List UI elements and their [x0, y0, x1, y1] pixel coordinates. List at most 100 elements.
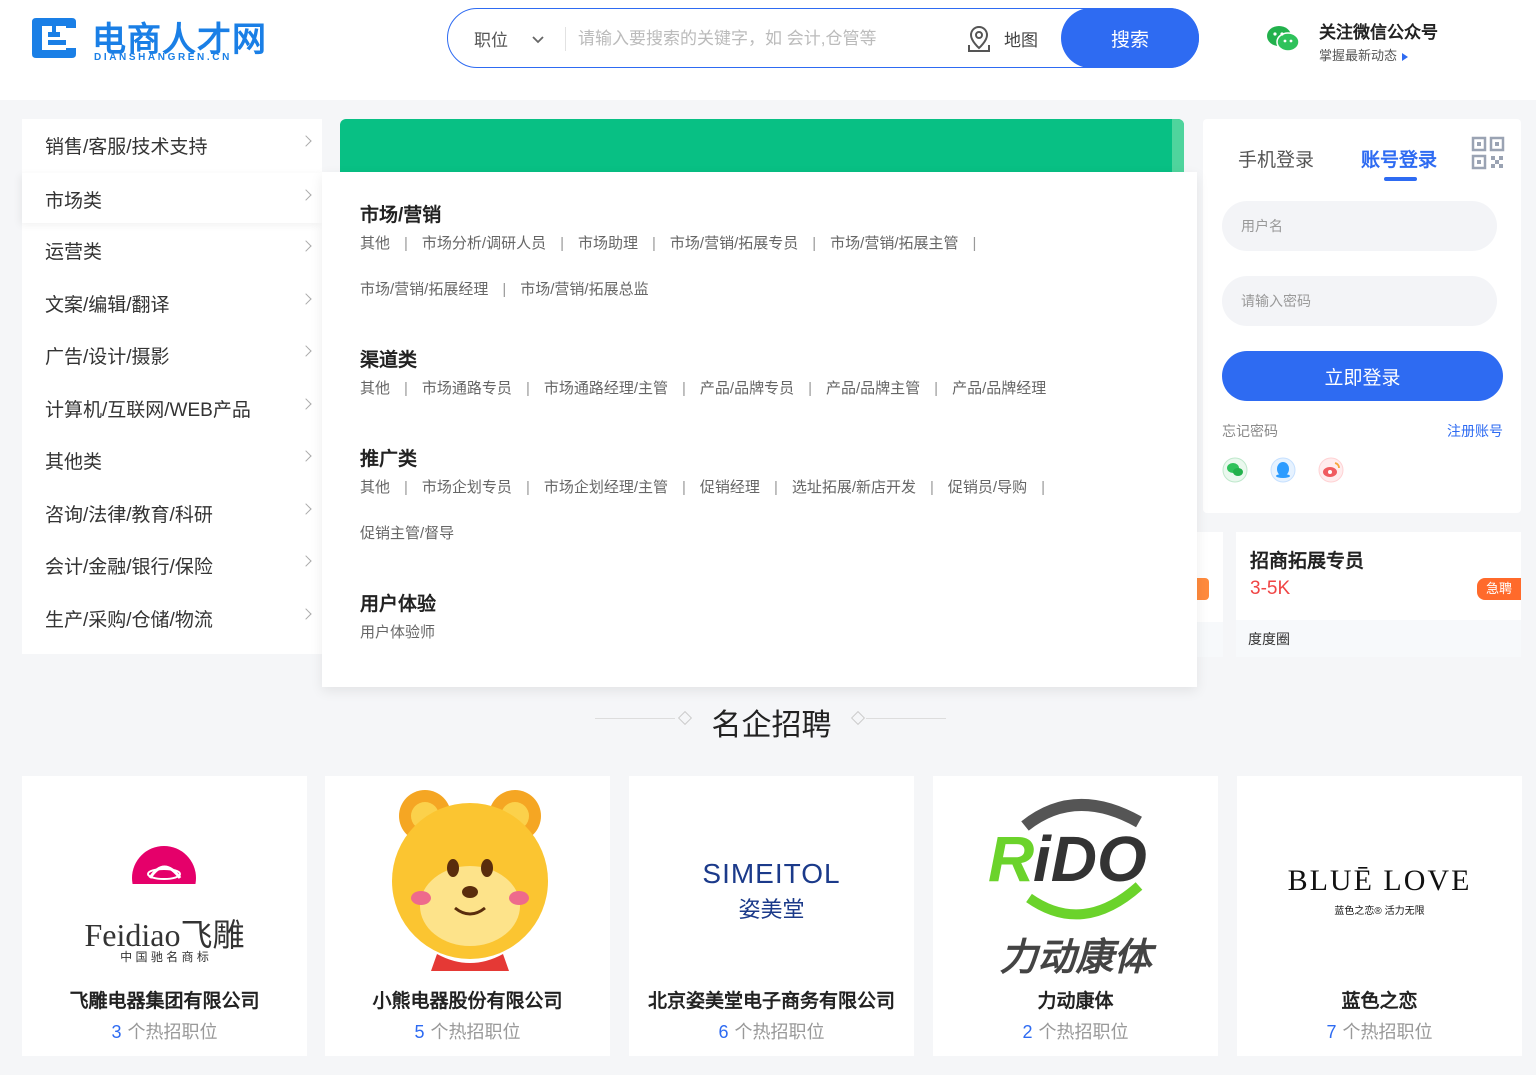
weibo-login-icon[interactable]	[1318, 457, 1344, 483]
job-category-link[interactable]: 其他	[360, 380, 390, 397]
logo-mark-icon	[32, 18, 76, 58]
company-logo: SIMEITOL 姿美堂	[629, 786, 914, 981]
job-category-link[interactable]: 市场企划专员	[422, 479, 512, 496]
banner-edge	[1172, 119, 1184, 179]
job-card[interactable]: 招商拓展专员 3-5K 急聘 度度圈	[1236, 532, 1521, 657]
password-input[interactable]	[1222, 276, 1497, 326]
search-type-select[interactable]: 职位	[474, 26, 508, 51]
company-logo: R iDO 力动康体	[933, 786, 1218, 981]
company-card[interactable]: BLUĒ LOVE 蓝色之恋® 活力无限 蓝色之恋 7 个热招职位	[1237, 776, 1522, 1056]
job-category-link[interactable]: 市场/营销/拓展主管	[830, 235, 958, 252]
category-dropdown-panel: 市场/营销 其他 | 市场分析/调研人员 | 市场助理 | 市场/营销/拓展专员 | 市场/营销/…	[322, 172, 1197, 687]
banner[interactable]	[340, 119, 1184, 179]
login-button[interactable]: 立即登录	[1222, 351, 1503, 401]
qq-login-icon[interactable]	[1270, 457, 1296, 483]
map-link[interactable]: 地图	[1004, 26, 1038, 51]
hot-jobs-count[interactable]: 5 个热招职位	[325, 1018, 610, 1044]
company-name[interactable]: 力动康体	[933, 986, 1218, 1013]
tab-account-login[interactable]: 账号登录	[1361, 145, 1437, 172]
wechat-icon	[1267, 26, 1300, 52]
category-label: 计算机/互联网/WEB产品	[45, 400, 251, 421]
job-company[interactable]: 度度圈	[1248, 629, 1290, 649]
job-category-link[interactable]: 市场/营销/拓展总监	[520, 281, 648, 298]
separator: |	[404, 380, 408, 397]
category-label: 广告/设计/摄影	[45, 347, 170, 368]
job-category-link[interactable]: 市场/营销/拓展经理	[360, 281, 488, 298]
wechat-login-icon[interactable]	[1222, 457, 1248, 483]
category-item[interactable]: 销售/客服/技术支持	[22, 119, 322, 169]
category-label: 市场类	[45, 191, 103, 212]
separator: |	[652, 235, 656, 252]
separator: |	[502, 281, 507, 298]
category-item[interactable]: 咨询/法律/教育/科研	[22, 487, 322, 537]
job-category-link[interactable]: 市场分析/调研人员	[422, 235, 546, 252]
company-name[interactable]: 北京姿美堂电子商务有限公司	[629, 986, 914, 1013]
category-label: 生产/采购/仓储/物流	[45, 610, 213, 631]
map-pin-icon[interactable]	[966, 25, 992, 53]
job-category-link[interactable]: 促销经理	[700, 479, 760, 496]
hot-jobs-count[interactable]: 3 个热招职位	[22, 1018, 307, 1044]
job-category-link[interactable]: 选址拓展/新店开发	[792, 479, 916, 496]
logo-text: BLUĒ LOVE	[1287, 864, 1472, 897]
count-number: 6	[718, 1022, 729, 1042]
job-category-link[interactable]: 促销主管/督导	[360, 525, 454, 542]
hot-jobs-count[interactable]: 2 个热招职位	[933, 1018, 1218, 1044]
tab-phone-login[interactable]: 手机登录	[1238, 145, 1314, 172]
hot-jobs-count[interactable]: 6 个热招职位	[629, 1018, 914, 1044]
job-category-link[interactable]: 产品/品牌主管	[826, 380, 920, 397]
search-input[interactable]	[578, 23, 958, 55]
job-category-link[interactable]: 市场通路经理/主管	[544, 380, 668, 397]
forgot-password-link[interactable]: 忘记密码	[1222, 421, 1278, 441]
category-label: 咨询/法律/教育/科研	[45, 505, 213, 526]
count-suffix: 个热招职位	[1038, 1022, 1129, 1042]
company-card[interactable]: 小熊电器股份有限公司 5 个热招职位	[325, 776, 610, 1056]
username-input[interactable]	[1222, 201, 1497, 251]
register-link[interactable]: 注册账号	[1447, 421, 1503, 441]
category-item[interactable]: 计算机/互联网/WEB产品	[22, 382, 322, 432]
site-logo[interactable]: 电商人才网 DIANSHANGREN.CN	[26, 10, 276, 66]
category-item[interactable]: 运营类	[22, 224, 322, 274]
divider	[565, 27, 566, 51]
job-category-link[interactable]: 促销员/导购	[948, 479, 1027, 496]
job-category-link[interactable]: 市场企划经理/主管	[544, 479, 668, 496]
hot-jobs-count[interactable]: 7 个热招职位	[1237, 1018, 1522, 1044]
job-category-link[interactable]: 市场/营销/拓展专员	[670, 235, 798, 252]
logo-subtext: 姿美堂	[738, 897, 805, 922]
category-item[interactable]: 生产/采购/仓储/物流	[22, 592, 322, 642]
separator: |	[808, 380, 812, 397]
search-button[interactable]: 搜索	[1061, 8, 1199, 68]
chevron-right-icon	[300, 555, 312, 567]
category-group: 渠道类 其他 | 市场通路专员 | 市场通路经理/主管 | 产品/品牌专员 | 产品/品牌主管 | 产…	[360, 345, 1160, 412]
wechat-follow[interactable]: 关注微信公众号 掌握最新动态	[1266, 18, 1526, 68]
separator: |	[525, 380, 530, 397]
category-item[interactable]: 广告/设计/摄影	[22, 329, 322, 379]
category-item[interactable]: 其他类	[22, 434, 322, 484]
qr-code-icon[interactable]	[1471, 136, 1505, 170]
job-category-link[interactable]: 用户体验师	[360, 624, 435, 641]
play-arrow-icon	[1402, 52, 1409, 61]
company-name[interactable]: 飞雕电器集团有限公司	[22, 986, 307, 1013]
job-card-footer: 度度圈	[1236, 620, 1521, 657]
company-card[interactable]: R iDO 力动康体力动康体 2 个热招职位	[933, 776, 1218, 1056]
chevron-down-icon[interactable]	[528, 29, 548, 49]
separator: |	[404, 479, 408, 496]
job-category-link[interactable]: 产品/品牌专员	[700, 380, 794, 397]
job-category-link[interactable]: 其他	[360, 479, 390, 496]
category-label: 会计/金融/银行/保险	[45, 557, 213, 578]
job-category-link[interactable]: 产品/品牌经理	[952, 380, 1046, 397]
job-category-link[interactable]: 市场通路专员	[422, 380, 512, 397]
job-card-footer	[1197, 622, 1223, 657]
job-card-partial[interactable]	[1197, 532, 1223, 657]
category-item[interactable]: 文案/编辑/翻译	[22, 277, 322, 327]
category-item[interactable]: 市场类	[22, 173, 322, 223]
company-name[interactable]: 蓝色之恋	[1237, 986, 1522, 1013]
company-card[interactable]: SIMEITOL 姿美堂北京姿美堂电子商务有限公司 6 个热招职位	[629, 776, 914, 1056]
job-category-link[interactable]: 其他	[360, 235, 390, 252]
company-name[interactable]: 小熊电器股份有限公司	[325, 986, 610, 1013]
company-card[interactable]: Feidiao飞雕 中 国 驰 名 商 标飞雕电器集团有限公司 3 个热招职位	[22, 776, 307, 1056]
job-category-link[interactable]: 市场助理	[578, 235, 638, 252]
count-suffix: 个热招职位	[127, 1022, 218, 1042]
group-items: 用户体验师	[360, 610, 1160, 656]
category-item[interactable]: 会计/金融/银行/保险	[22, 539, 322, 589]
separator: |	[812, 235, 817, 252]
